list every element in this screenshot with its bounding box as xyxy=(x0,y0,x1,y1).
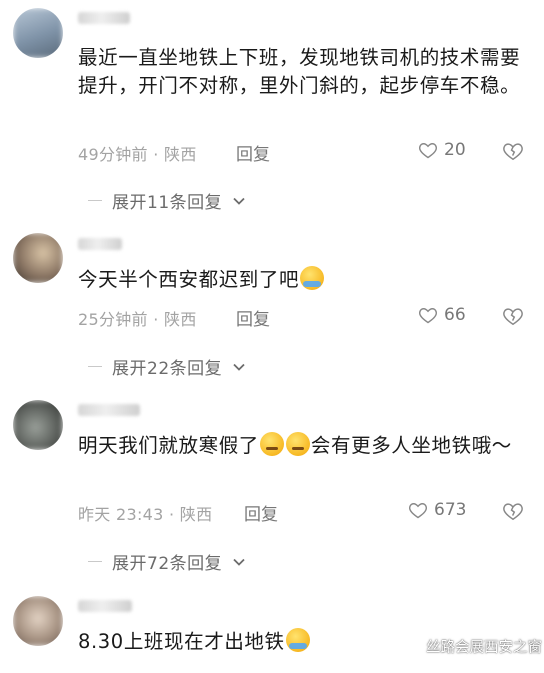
heart-icon xyxy=(409,503,427,519)
separator: · xyxy=(169,505,175,524)
chevron-down-icon xyxy=(233,363,245,371)
avatar[interactable] xyxy=(13,233,63,283)
watermark: 丝路会展西安之窗 xyxy=(394,636,542,657)
comment-text-part-2: 会有更多人坐地铁哦～ xyxy=(310,434,512,457)
comment-text: 明天我们就放寒假了 会有更多人坐地铁哦～ xyxy=(78,432,530,460)
chevron-down-icon xyxy=(233,558,245,566)
wechat-watermark-icon xyxy=(394,636,420,656)
comment-meta: 25分钟前 · 陕西 xyxy=(78,306,197,330)
heart-icon xyxy=(419,308,437,324)
username-blurred[interactable] xyxy=(78,12,130,24)
like-button[interactable]: 20 xyxy=(418,140,466,160)
comment-text-part-1: 明天我们就放寒假了 xyxy=(78,434,259,457)
like-button[interactable]: 673 xyxy=(408,500,466,520)
comment-text: 今天半个西安都迟到了吧 xyxy=(78,266,530,294)
location: 陕西 xyxy=(179,505,213,524)
emoji-smirk xyxy=(285,432,310,456)
expand-replies[interactable]: 展开11条回复 xyxy=(88,188,246,213)
emoji-smirk xyxy=(259,432,284,456)
reply-button[interactable]: 回复 xyxy=(236,305,270,330)
comment-meta: 49分钟前 · 陕西 xyxy=(78,141,197,165)
watermark-text: 丝路会展西安之窗 xyxy=(426,640,542,656)
dislike-icon[interactable] xyxy=(502,140,524,162)
chevron-down-icon xyxy=(233,197,245,205)
emoji-cry-laugh xyxy=(300,266,325,290)
emoji-loudly-crying xyxy=(285,628,310,652)
expand-replies[interactable]: 展开72条回复 xyxy=(88,549,246,574)
avatar[interactable] xyxy=(13,8,63,58)
reply-button[interactable]: 回复 xyxy=(236,140,270,165)
location: 陕西 xyxy=(164,145,197,164)
avatar[interactable] xyxy=(13,596,63,646)
expand-replies-label: 展开22条回复 xyxy=(112,359,223,379)
like-count: 673 xyxy=(434,500,467,520)
timestamp: 昨天 23:43 xyxy=(78,505,164,524)
timestamp: 25分钟前 xyxy=(78,310,148,329)
like-count: 20 xyxy=(444,140,466,160)
like-count: 66 xyxy=(444,305,466,325)
divider xyxy=(88,199,102,202)
avatar[interactable] xyxy=(13,400,63,450)
username-blurred[interactable] xyxy=(78,600,132,612)
dislike-icon[interactable] xyxy=(502,305,524,327)
divider xyxy=(88,365,102,368)
comment-text-content: 8.30上班现在才出地铁 xyxy=(78,630,285,653)
username-blurred[interactable] xyxy=(78,404,140,416)
separator: · xyxy=(153,310,159,329)
heart-icon xyxy=(419,143,437,159)
username-blurred[interactable] xyxy=(78,238,122,250)
expand-replies[interactable]: 展开22条回复 xyxy=(88,354,246,379)
comment-text-content: 今天半个西安都迟到了吧 xyxy=(78,268,300,291)
reply-button[interactable]: 回复 xyxy=(244,500,278,525)
divider xyxy=(88,560,102,563)
comment-meta: 昨天 23:43 · 陕西 xyxy=(78,501,212,525)
comment-text: 最近一直坐地铁上下班，发现地铁司机的技术需要提升，开门不对称，里外门斜的，起步停… xyxy=(78,46,521,97)
timestamp: 49分钟前 xyxy=(78,145,148,164)
separator: · xyxy=(153,145,159,164)
dislike-icon[interactable] xyxy=(502,500,524,522)
expand-replies-label: 展开11条回复 xyxy=(112,193,223,213)
expand-replies-label: 展开72条回复 xyxy=(112,554,223,574)
location: 陕西 xyxy=(164,310,197,329)
like-button[interactable]: 66 xyxy=(418,305,466,325)
